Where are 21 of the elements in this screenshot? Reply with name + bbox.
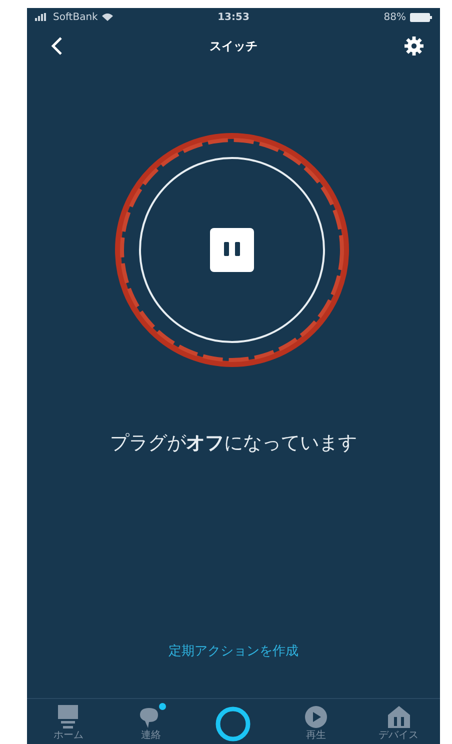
status-time: 13:53 xyxy=(218,12,250,22)
power-toggle[interactable] xyxy=(138,157,324,343)
nav-label[interactable]: 連絡 xyxy=(140,730,161,741)
home-icon[interactable] xyxy=(57,705,80,729)
battery-percent: 88% xyxy=(384,12,406,22)
plug-icon xyxy=(210,228,254,272)
plug-status-message: プラグがオフになっています xyxy=(110,431,357,456)
screen-title: スイッチ xyxy=(210,38,258,54)
wifi-icon xyxy=(102,13,113,21)
nav-label[interactable]: ホーム xyxy=(53,730,84,741)
play-icon[interactable] xyxy=(304,705,328,729)
house-icon[interactable] xyxy=(386,705,411,729)
carrier-name: SoftBank xyxy=(53,12,98,22)
settings-icon[interactable] xyxy=(404,36,424,56)
alexa-ring-icon[interactable] xyxy=(214,705,252,743)
battery-icon xyxy=(410,12,432,22)
nav-label[interactable]: 再生 xyxy=(306,730,326,741)
back-icon[interactable] xyxy=(51,36,63,56)
signal-icon xyxy=(35,13,49,21)
nav-label[interactable]: デバイス xyxy=(378,730,419,741)
create-routine-link[interactable]: 定期アクションを作成 xyxy=(168,642,298,660)
